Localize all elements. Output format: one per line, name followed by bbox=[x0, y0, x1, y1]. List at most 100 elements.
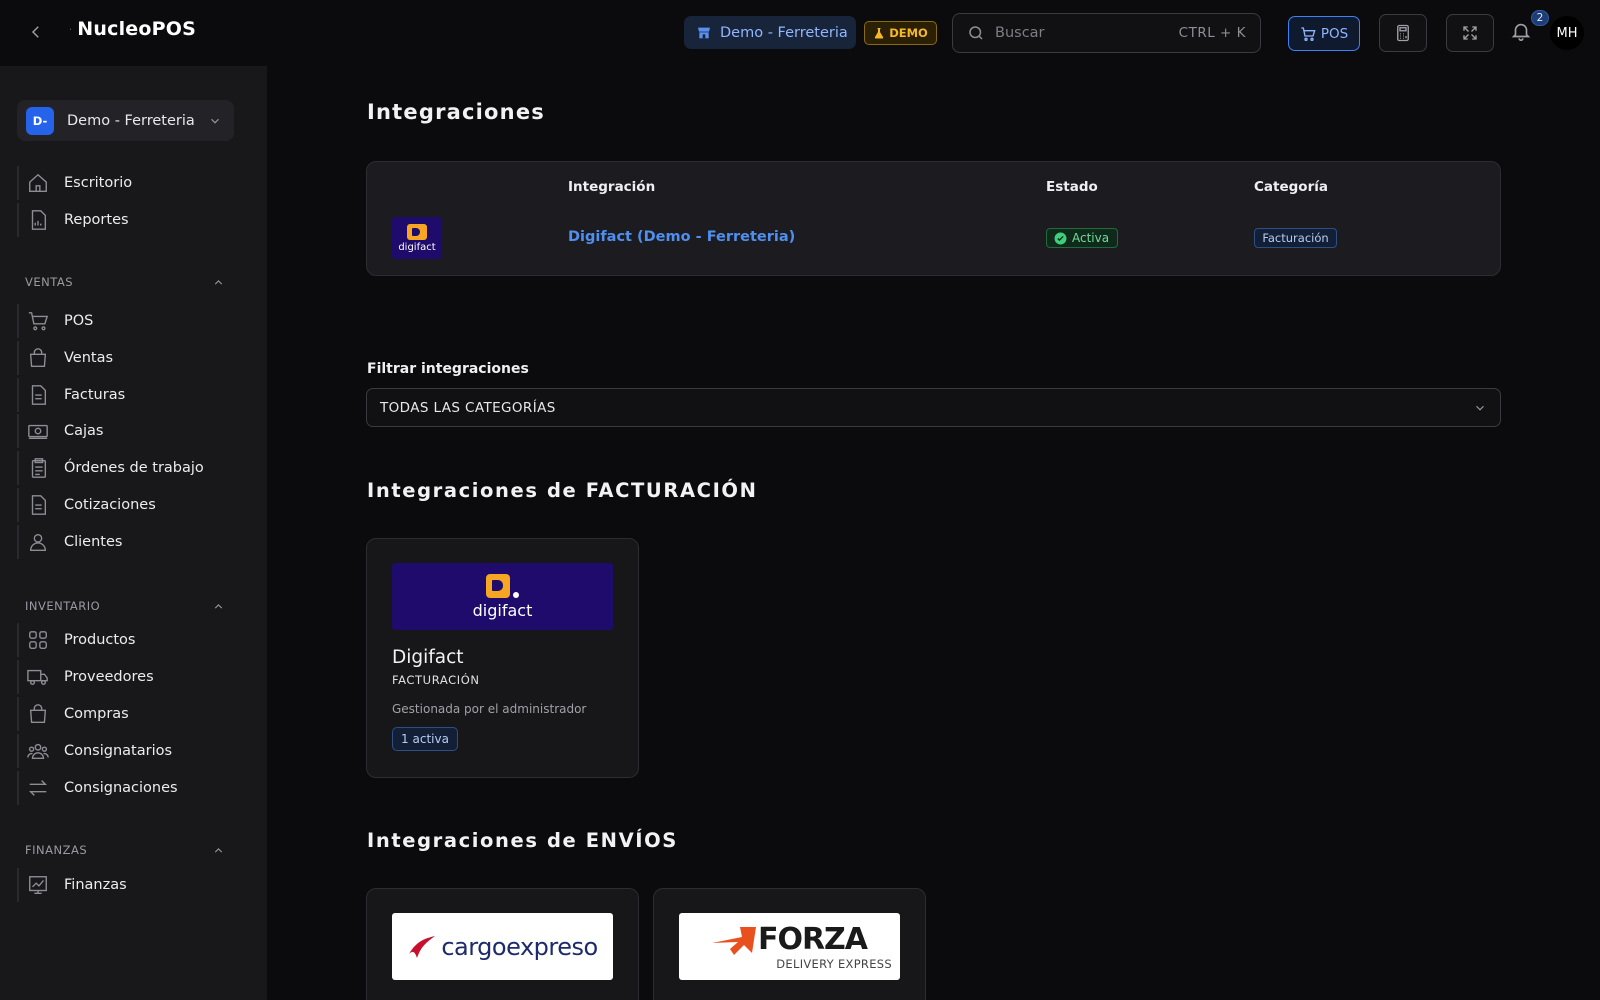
sidebar-item-label: Consignaciones bbox=[64, 780, 178, 796]
store-icon bbox=[698, 27, 710, 38]
sidebar-item-label: Escritorio bbox=[64, 175, 133, 191]
sidebar-item-productos[interactable]: Productos bbox=[17, 623, 243, 657]
sidebar-item-clientes[interactable]: Clientes bbox=[17, 525, 243, 559]
grid-icon bbox=[27, 629, 49, 651]
demo-label: DEMO bbox=[889, 26, 928, 40]
section-title: INVENTARIO bbox=[25, 599, 101, 613]
cargoexpreso-logo: cargoexpreso bbox=[392, 913, 613, 980]
top-bar: NucleoPOS Demo - Ferreteria DEMO Buscar … bbox=[0, 0, 1600, 66]
home-icon bbox=[27, 172, 49, 194]
digifact-logo: digifact bbox=[392, 217, 442, 259]
check-circle-icon bbox=[1054, 232, 1067, 244]
chevron-down-icon bbox=[1476, 405, 1484, 411]
integrations-table: Integración Estado Categoría digifact Di… bbox=[366, 161, 1501, 276]
digifact-logo: digifact bbox=[392, 563, 613, 630]
calculator-button[interactable] bbox=[1379, 14, 1427, 52]
sidebar-item-finanzas[interactable]: Finanzas bbox=[17, 868, 243, 902]
cart-icon bbox=[27, 310, 49, 332]
chevron-down-icon bbox=[211, 118, 219, 124]
sidebar-item-label: Finanzas bbox=[64, 877, 127, 893]
section-header-inventario[interactable]: INVENTARIO bbox=[25, 596, 225, 616]
truck-icon bbox=[27, 666, 49, 688]
sidebar-item-compras[interactable]: Compras bbox=[17, 697, 243, 731]
card-category: FACTURACIÓN bbox=[392, 673, 480, 687]
integration-card-forza[interactable]: FORZA DELIVERY EXPRESS bbox=[653, 888, 926, 1000]
cash-icon bbox=[27, 420, 49, 442]
brand-name: NucleoPOS bbox=[77, 18, 196, 40]
sidebar-item-label: Clientes bbox=[64, 534, 123, 550]
chevron-up-icon bbox=[214, 279, 223, 285]
section-title-envios: Integraciones de ENVÍOS bbox=[367, 829, 678, 852]
notifications-count-badge: 2 bbox=[1531, 10, 1549, 26]
back-button[interactable] bbox=[24, 20, 48, 44]
sidebar-item-reportes[interactable]: Reportes bbox=[17, 203, 243, 237]
sidebar-item-consignatarios[interactable]: Consignatarios bbox=[17, 734, 243, 768]
sidebar: D- Demo - Ferreteria Escritorio Reportes… bbox=[0, 66, 267, 1000]
bag-icon bbox=[27, 703, 49, 725]
forza-arrow-icon bbox=[711, 926, 756, 955]
sidebar-item-ventas[interactable]: Ventas bbox=[17, 341, 243, 375]
section-header-finanzas[interactable]: FINANZAS bbox=[25, 840, 225, 860]
section-title: VENTAS bbox=[25, 275, 74, 289]
cart-icon bbox=[1301, 26, 1316, 41]
store-name: Demo - Ferreteria bbox=[720, 24, 848, 41]
status-badge: Activa bbox=[1046, 228, 1118, 248]
category-filter-select[interactable]: TODAS LAS CATEGORÍAS bbox=[366, 388, 1501, 427]
column-header-integracion: Integración bbox=[568, 179, 656, 195]
sidebar-item-label: Consignatarios bbox=[64, 743, 173, 759]
integration-link[interactable]: Digifact (Demo - Ferreteria) bbox=[568, 229, 795, 245]
chevron-up-icon bbox=[214, 847, 223, 853]
column-header-estado: Estado bbox=[1046, 179, 1098, 195]
sidebar-item-label: Cotizaciones bbox=[64, 497, 156, 513]
sidebar-item-cajas[interactable]: Cajas bbox=[17, 414, 243, 448]
integration-card-digifact[interactable]: digifact Digifact FACTURACIÓN Gestionada… bbox=[366, 538, 639, 778]
sidebar-item-label: Órdenes de trabajo bbox=[64, 460, 204, 476]
section-title: FINANZAS bbox=[25, 843, 88, 857]
filter-value: TODAS LAS CATEGORÍAS bbox=[380, 399, 556, 416]
current-store-chip[interactable]: Demo - Ferreteria bbox=[684, 16, 856, 49]
sidebar-item-facturas[interactable]: Facturas bbox=[17, 378, 243, 412]
main-content: Integraciones Integración Estado Categor… bbox=[267, 66, 1600, 1000]
category-badge: Facturación bbox=[1254, 228, 1337, 248]
sidebar-item-ordenes-de-trabajo[interactable]: Órdenes de trabajo bbox=[17, 451, 243, 485]
sidebar-item-label: Cajas bbox=[64, 423, 104, 439]
sidebar-item-proveedores[interactable]: Proveedores bbox=[17, 660, 243, 694]
forza-logo-text: FORZA bbox=[757, 922, 868, 957]
sidebar-item-label: Compras bbox=[64, 706, 129, 722]
clipboard-icon bbox=[27, 457, 49, 479]
fullscreen-button[interactable] bbox=[1446, 14, 1494, 52]
bag-icon bbox=[27, 347, 49, 369]
org-name: Demo - Ferreteria bbox=[67, 112, 195, 129]
search-input[interactable]: Buscar CTRL + K bbox=[952, 13, 1261, 53]
sidebar-item-label: Proveedores bbox=[64, 669, 154, 685]
user-icon bbox=[27, 531, 49, 553]
sidebar-item-cotizaciones[interactable]: Cotizaciones bbox=[17, 488, 243, 522]
flask-icon bbox=[875, 28, 884, 39]
sidebar-item-label: Ventas bbox=[64, 350, 114, 366]
active-count-badge: 1 activa bbox=[392, 727, 458, 751]
org-avatar: D- bbox=[26, 106, 54, 135]
integration-card-cargoexpreso[interactable]: cargoexpreso bbox=[366, 888, 639, 1000]
forza-logo: FORZA DELIVERY EXPRESS bbox=[679, 913, 900, 980]
arrows-icon bbox=[27, 777, 49, 799]
sidebar-item-consignaciones[interactable]: Consignaciones bbox=[17, 771, 243, 805]
section-title-facturacion: Integraciones de FACTURACIÓN bbox=[367, 479, 758, 502]
user-avatar[interactable]: MH bbox=[1550, 16, 1584, 50]
signal-bars-icon bbox=[70, 28, 72, 30]
sidebar-item-pos[interactable]: POS bbox=[17, 304, 243, 338]
status-label: Activa bbox=[1072, 231, 1110, 245]
sidebar-item-escritorio[interactable]: Escritorio bbox=[17, 166, 243, 200]
pos-label: POS bbox=[1320, 25, 1349, 42]
digifact-mark-icon bbox=[486, 573, 519, 598]
digifact-logo-text: digifact bbox=[472, 600, 533, 620]
sidebar-item-label: Facturas bbox=[64, 387, 126, 403]
section-header-ventas[interactable]: VENTAS bbox=[25, 272, 225, 292]
brand-logo[interactable]: NucleoPOS bbox=[70, 18, 196, 40]
pos-button[interactable]: POS bbox=[1288, 16, 1360, 51]
document-icon bbox=[27, 384, 49, 406]
org-selector[interactable]: D- Demo - Ferreteria bbox=[17, 100, 234, 141]
digifact-logo-text: digifact bbox=[398, 241, 436, 253]
expand-icon bbox=[1463, 26, 1477, 40]
page-title: Integraciones bbox=[367, 100, 545, 124]
notifications-button[interactable] bbox=[1510, 20, 1534, 44]
